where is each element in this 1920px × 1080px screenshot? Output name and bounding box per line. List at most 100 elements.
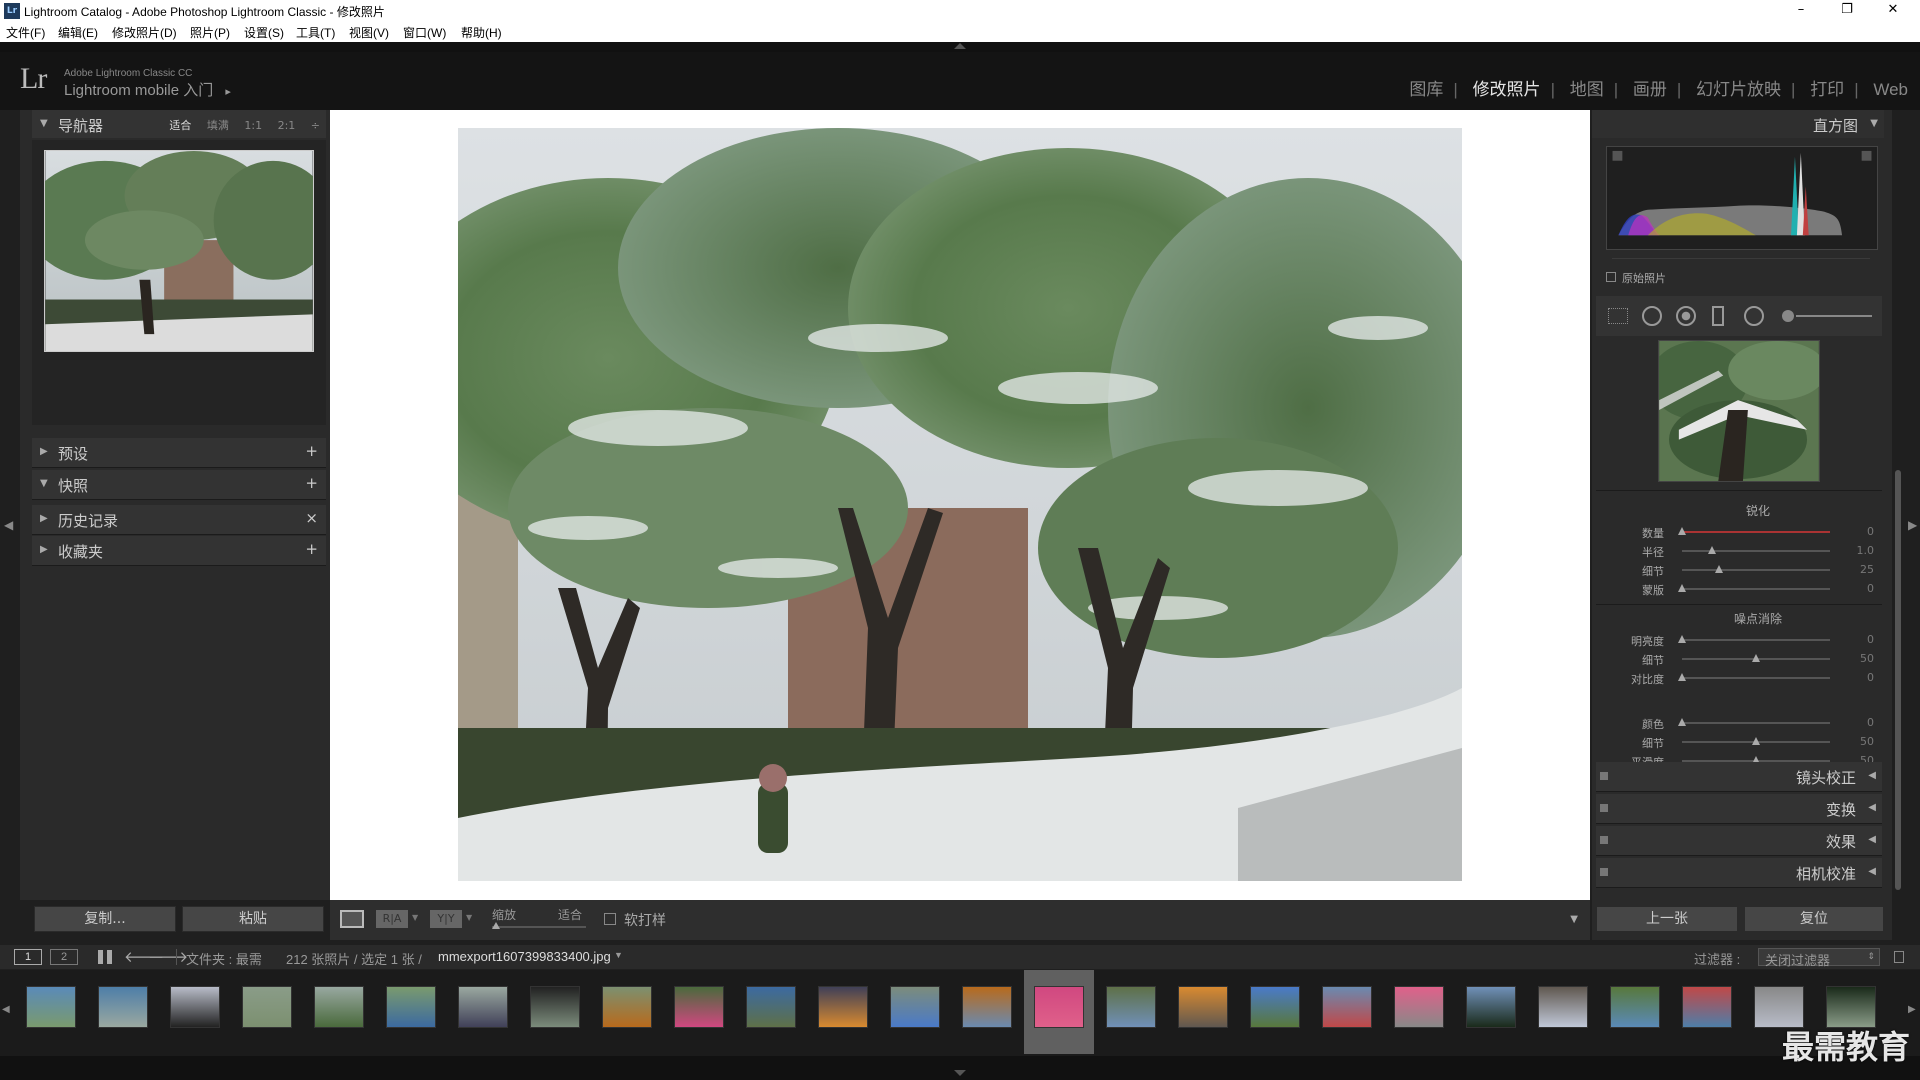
slider-knob[interactable] [1707,546,1716,554]
menu-view[interactable]: 视图(V) [349,24,389,41]
slider-track[interactable] [1678,718,1830,726]
slider-value[interactable]: 50 [1844,735,1874,748]
effects-header[interactable]: 效果 ◀ [1596,826,1882,856]
panel-switch-icon[interactable] [1600,868,1608,876]
filmstrip-thumbnail[interactable] [232,970,302,1054]
slider-value[interactable]: 0 [1844,716,1874,729]
grid-view-icon[interactable] [98,950,112,964]
filmstrip-left-icon[interactable]: ◀ [2,1004,10,1015]
slider-knob[interactable] [1678,635,1686,643]
filmstrip-thumbnail[interactable] [448,970,518,1054]
filmstrip-thumbnail[interactable] [592,970,662,1054]
slider-knob[interactable] [1715,565,1723,573]
slider-track[interactable] [1678,584,1830,592]
menu-file[interactable]: 文件(F) [6,24,45,41]
zoom-slider[interactable] [492,922,586,929]
filmstrip-thumbnail[interactable] [808,970,878,1054]
display-2-button[interactable]: 2 [50,949,78,965]
left-panel-toggle-icon[interactable]: ◀ [4,518,13,532]
main-photo[interactable] [458,128,1462,881]
adjustment-brush-icon[interactable] [1782,308,1872,324]
transform-header[interactable]: 变换 ◀ [1596,794,1882,824]
slider-track[interactable] [1678,635,1830,643]
slider-knob[interactable] [1752,654,1760,662]
filmstrip-thumbnail[interactable] [952,970,1022,1054]
reset-button[interactable]: 复位 [1744,906,1884,932]
module-book[interactable]: 画册 [1633,80,1667,99]
shadow-clipping-icon[interactable] [1612,150,1623,161]
filename[interactable]: mmexport1607399833400.jpg [438,949,611,964]
add-collection-icon[interactable]: + [305,540,318,558]
filmstrip-thumbnail[interactable] [1528,970,1598,1054]
slider-value[interactable]: 25 [1844,563,1874,576]
slider-knob[interactable] [1678,584,1686,592]
display-1-button[interactable]: 1 [14,949,42,965]
slider-value[interactable]: 50 [1844,652,1874,665]
chevron-down-icon[interactable]: ▼ [412,913,418,922]
filmstrip-thumbnail[interactable] [1024,970,1094,1054]
filmstrip-thumbnail[interactable] [664,970,734,1054]
radial-filter-icon[interactable] [1744,306,1764,326]
filmstrip-thumbnail[interactable] [1240,970,1310,1054]
paste-settings-button[interactable]: 粘贴 [182,906,324,932]
filmstrip[interactable] [0,970,1920,1056]
slider-knob[interactable] [1678,673,1686,681]
slider-track[interactable] [1678,527,1830,535]
top-panel-toggle[interactable] [0,42,1920,52]
menu-edit[interactable]: 编辑(E) [58,24,98,41]
navigator-header[interactable]: ▼ 导航器 适合 填满 1:1 2:1 ÷ [32,110,326,138]
zoom-fill[interactable]: 填满 [207,119,229,132]
slider-knob[interactable] [1678,527,1686,535]
slider-value[interactable]: 0 [1844,525,1874,538]
filmstrip-thumbnail[interactable] [376,970,446,1054]
filmstrip-thumbnail[interactable] [736,970,806,1054]
snapshots-panel-header[interactable]: ▼ 快照 + [32,470,326,500]
close-button[interactable]: ✕ [1870,0,1916,22]
module-web[interactable]: Web [1873,80,1908,99]
clear-history-icon[interactable]: × [305,509,318,527]
lock-filter-icon[interactable] [1894,951,1904,963]
filmstrip-thumbnail[interactable] [1456,970,1526,1054]
slider-track[interactable] [1678,673,1830,681]
crop-icon[interactable] [1608,308,1628,324]
minimize-button[interactable]: – [1778,0,1824,22]
filmstrip-thumbnail[interactable] [16,970,86,1054]
calibration-header[interactable]: 相机校准 ◀ [1596,858,1882,888]
restore-button[interactable]: ❐ [1824,0,1870,22]
slider-value[interactable]: 0 [1844,633,1874,646]
menu-help[interactable]: 帮助(H) [461,24,502,41]
zoom-fit[interactable]: 适合 [169,119,191,132]
slider-track[interactable] [1682,654,1830,662]
histogram-header[interactable]: 直方图 ▼ [1592,110,1884,138]
before-after-ra-icon[interactable]: R|A [376,910,408,928]
menu-photo[interactable]: 照片(P) [190,24,230,41]
filmstrip-thumbnail[interactable] [1312,970,1382,1054]
slider-knob[interactable] [1752,737,1760,745]
module-map[interactable]: 地图 [1570,80,1604,99]
filmstrip-thumbnail[interactable] [1168,970,1238,1054]
filmstrip-thumbnail[interactable] [1096,970,1166,1054]
graduated-filter-icon[interactable] [1712,306,1724,326]
panel-switch-icon[interactable] [1600,804,1608,812]
panel-switch-icon[interactable] [1600,836,1608,844]
add-preset-icon[interactable]: + [305,442,318,460]
zoom-1-1[interactable]: 1:1 [244,119,262,132]
slider-track[interactable] [1682,565,1830,573]
menu-tools[interactable]: 工具(T) [296,24,335,41]
filmstrip-thumbnail[interactable] [520,970,590,1054]
mobile-link[interactable]: Lightroom mobile 入门 ▸ [64,79,231,100]
before-after-yy-icon[interactable]: Y|Y [430,910,462,928]
spot-removal-icon[interactable] [1642,306,1662,326]
detail-preview-thumbnail[interactable] [1658,340,1820,482]
toolbar-menu-icon[interactable]: ▼ [1570,914,1578,925]
filmstrip-thumbnail[interactable] [880,970,950,1054]
right-panel-scrollbar[interactable] [1894,110,1902,900]
right-panel-toggle-icon[interactable]: ▶ [1908,518,1917,532]
filmstrip-thumbnail[interactable] [1672,970,1742,1054]
filmstrip-thumbnail[interactable] [304,970,374,1054]
red-eye-icon[interactable] [1676,306,1696,326]
zoom-more-icon[interactable]: ÷ [311,119,320,132]
filmstrip-right-icon[interactable]: ▶ [1908,1004,1916,1015]
add-snapshot-icon[interactable]: + [305,474,318,492]
original-photo-checkbox[interactable] [1606,272,1616,282]
